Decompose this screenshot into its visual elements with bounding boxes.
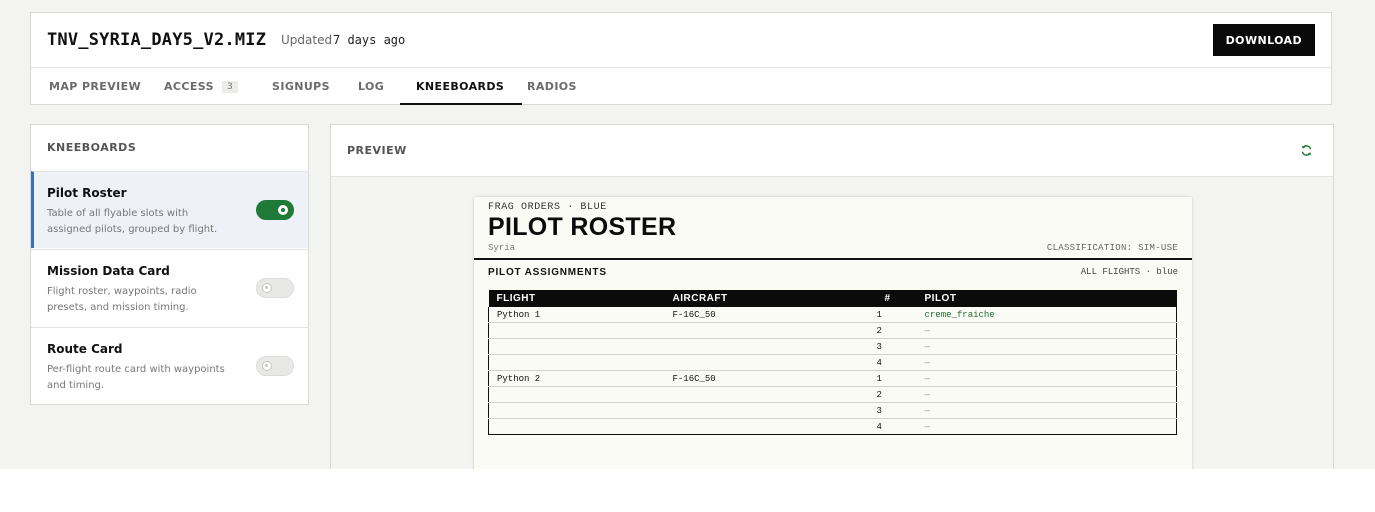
kneeboard-list-header: KNEEBOARDS <box>47 141 137 154</box>
flight-cell <box>488 322 665 339</box>
kneeboard-item-name: Mission Data Card <box>47 264 170 278</box>
aircraft-cell: F-16C_50 <box>664 370 877 387</box>
kneeboard-item-description: Table of all flyable slots with assigned… <box>47 208 218 235</box>
toggle-knob <box>278 205 288 215</box>
kneeboard-item-description: Flight roster, waypoints, radio presets,… <box>47 286 197 313</box>
preview-title: PREVIEW <box>347 144 407 157</box>
paper-classification: CLASSIFICATION: SIM-USE <box>1046 243 1178 253</box>
access-count-badge: 3 <box>221 81 239 93</box>
table-row: 4— <box>488 418 1177 435</box>
app-background: TNV_SYRIA_DAY5_V2.MIZ Updated 7 days ago… <box>0 0 1375 469</box>
column-header-aircraft: AIRCRAFT <box>664 290 877 307</box>
paper-kicker: FRAG ORDERS · BLUE <box>488 202 607 213</box>
section-meta: ALL FLIGHTS · blue <box>1080 267 1178 277</box>
flight-cell <box>488 402 665 419</box>
aircraft-cell <box>664 354 877 371</box>
tab-radios[interactable]: RADIOS <box>527 68 577 105</box>
slot-cell: 4 <box>876 418 917 435</box>
table-row: 3— <box>488 338 1177 355</box>
kneeboard-item-mission-data-card[interactable]: Mission Data Card Flight roster, waypoin… <box>31 249 308 326</box>
kneeboard-list: KNEEBOARDS Pilot Roster Table of all fly… <box>30 124 309 405</box>
tab-label: LOG <box>358 80 385 93</box>
column-header-slot: # <box>876 290 917 307</box>
pilot-cell: creme_fraiche <box>916 307 1177 323</box>
kneeboard-item-description: Per-flight route card with waypoints and… <box>47 364 225 391</box>
flight-cell: Python 2 <box>488 370 665 387</box>
table-row: Python 1 F-16C_50 1 creme_fraiche <box>488 307 1177 323</box>
updated-value: 7 days ago <box>333 33 406 47</box>
pilot-cell: — <box>916 402 1177 419</box>
preview-panel: PREVIEW FRAG ORDERS · BLUE PILOT ROSTER … <box>330 124 1334 469</box>
slot-cell: 3 <box>876 338 917 355</box>
roster-rows: Python 1 F-16C_50 1 creme_fraiche 2—3—4— Pyth… <box>488 307 1177 435</box>
paper-title: PILOT ROSTER <box>488 213 677 241</box>
tab-label: SIGNUPS <box>272 80 330 93</box>
tab-access[interactable]: ACCESS 3 <box>164 68 239 105</box>
flight-cell <box>488 338 665 355</box>
section-title: PILOT ASSIGNMENTS <box>488 267 607 278</box>
tab-label: MAP PREVIEW <box>49 80 142 93</box>
mission-data-card-toggle[interactable] <box>256 278 294 298</box>
tab-signups[interactable]: SIGNUPS <box>272 68 330 105</box>
slot-cell: 3 <box>876 402 917 419</box>
slot-cell: 2 <box>876 386 917 403</box>
table-row: 3— <box>488 402 1177 419</box>
aircraft-cell: F-16C_50 <box>664 307 877 323</box>
tab-map-preview[interactable]: MAP PREVIEW <box>49 68 141 105</box>
column-header-pilot: PILOT <box>916 290 1177 307</box>
aircraft-cell <box>664 338 877 355</box>
slot-cell: 1 <box>876 307 917 323</box>
toggle-knob <box>262 283 272 293</box>
paper-theatre: Syria <box>488 243 516 253</box>
kneeboard-page: FRAG ORDERS · BLUE PILOT ROSTER Syria CL… <box>474 197 1192 469</box>
paper-divider <box>474 258 1192 260</box>
kneeboard-item-pilot-roster[interactable]: Pilot Roster Table of all flyable slots … <box>31 171 308 248</box>
tab-label: KNEEBOARDS <box>416 80 505 93</box>
download-button[interactable]: DOWNLOAD <box>1212 24 1315 56</box>
flight-cell <box>488 418 665 435</box>
flight-cell <box>488 354 665 371</box>
pilot-cell: — <box>916 322 1177 339</box>
route-card-toggle[interactable] <box>256 356 294 376</box>
aircraft-cell <box>664 386 877 403</box>
kneeboard-item-name: Route Card <box>47 342 123 356</box>
pilot-cell: — <box>916 370 1177 387</box>
pilot-cell: — <box>916 354 1177 371</box>
table-row: 2— <box>488 322 1177 339</box>
pilot-roster-toggle[interactable] <box>256 200 294 220</box>
pilot-cell: — <box>916 418 1177 435</box>
preview-header: PREVIEW <box>331 125 1333 177</box>
table-row: 4— <box>488 354 1177 371</box>
flight-cell: Python 1 <box>488 307 665 323</box>
preview-body: FRAG ORDERS · BLUE PILOT ROSTER Syria CL… <box>331 177 1333 469</box>
slot-cell: 4 <box>876 354 917 371</box>
pilot-cell: — <box>916 338 1177 355</box>
tab-label: ACCESS <box>164 80 214 93</box>
toggle-knob <box>262 361 272 371</box>
slot-cell: 1 <box>876 370 917 387</box>
flight-cell <box>488 386 665 403</box>
aircraft-cell <box>664 402 877 419</box>
updated-label: Updated <box>281 33 333 47</box>
table-header-row: FLIGHT AIRCRAFT # PILOT <box>488 290 1177 307</box>
mission-header: TNV_SYRIA_DAY5_V2.MIZ Updated 7 days ago… <box>30 12 1332 105</box>
kneeboard-item-route-card[interactable]: Route Card Per-flight route card with wa… <box>31 327 308 404</box>
mission-file-name: TNV_SYRIA_DAY5_V2.MIZ <box>47 30 267 50</box>
pilot-cell: — <box>916 386 1177 403</box>
tab-label: RADIOS <box>527 80 577 93</box>
tab-kneeboards[interactable]: KNEEBOARDS <box>399 68 523 105</box>
aircraft-cell <box>664 322 877 339</box>
column-header-flight: FLIGHT <box>488 290 665 307</box>
aircraft-cell <box>664 418 877 435</box>
tab-log[interactable]: LOG <box>358 68 384 105</box>
slot-cell: 2 <box>876 322 917 339</box>
refresh-icon[interactable] <box>1300 144 1313 157</box>
kneeboard-item-name: Pilot Roster <box>47 186 127 200</box>
table-row: 2— <box>488 386 1177 403</box>
table-row: Python 2 F-16C_50 1— <box>488 370 1177 387</box>
pilot-roster-table: FLIGHT AIRCRAFT # PILOT Python 1 F-16C_50… <box>488 290 1177 435</box>
